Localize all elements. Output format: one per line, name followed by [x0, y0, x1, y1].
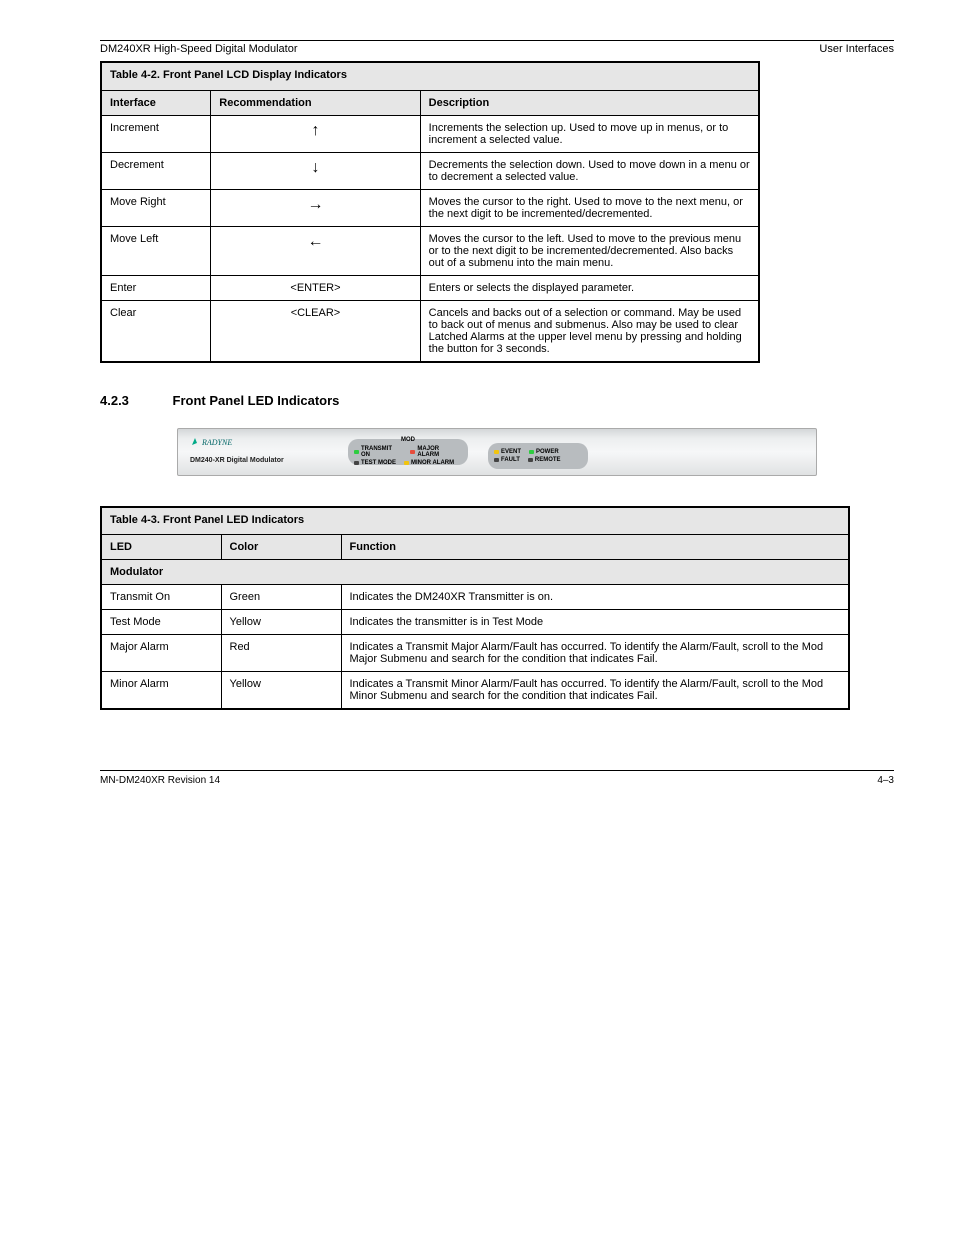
table1-col2: Description: [420, 90, 759, 115]
section-title: Front Panel LED Indicators: [173, 393, 340, 408]
table-row: Clear <CLEAR> Cancels and backs out of a…: [101, 300, 759, 362]
led-transmit-on: TRANSMIT ON: [354, 446, 402, 458]
table-row: Move Left ← Moves the cursor to the left…: [101, 226, 759, 275]
footer-right: 4–3: [877, 775, 894, 786]
cell-color: Red: [221, 635, 341, 672]
table-row: Increment ↑ Increments the selection up.…: [101, 115, 759, 152]
led-event: EVENT: [494, 449, 521, 455]
cell-desc: Moves the cursor to the left. Used to mo…: [420, 226, 759, 275]
section-number: 4.2.3: [100, 393, 129, 408]
led-group-mod: MOD TRANSMIT ON MAJOR ALARM TEST MODE MI…: [348, 439, 468, 465]
led-fault: FAULT: [494, 457, 520, 463]
cell-symbol: ←: [211, 226, 420, 275]
table-row: Decrement ↓ Decrements the selection dow…: [101, 152, 759, 189]
cell-interface: Clear: [101, 300, 211, 362]
footer-left: MN-DM240XR Revision 14: [100, 775, 220, 786]
led-major-alarm: MAJOR ALARM: [410, 446, 462, 458]
cell-symbol: <CLEAR>: [211, 300, 420, 362]
cell-desc: Decrements the selection down. Used to m…: [420, 152, 759, 189]
cell-func: Indicates the DM240XR Transmitter is on.: [341, 585, 849, 610]
table1-title: Table 4-2. Front Panel LCD Display Indic…: [101, 62, 759, 90]
logo: RADYNE: [190, 437, 232, 447]
led-power: POWER: [529, 449, 559, 455]
led-test-mode: TEST MODE: [354, 460, 396, 466]
table-row: Transmit On Green Indicates the DM240XR …: [101, 585, 849, 610]
cell-func: Indicates a Transmit Major Alarm/Fault h…: [341, 635, 849, 672]
table-row: Minor Alarm Yellow Indicates a Transmit …: [101, 672, 849, 710]
section-heading: 4.2.3 Front Panel LED Indicators: [100, 393, 894, 408]
cell-func: Indicates a Transmit Minor Alarm/Fault h…: [341, 672, 849, 710]
group-title: MOD: [354, 437, 462, 443]
cell-led: Transmit On: [101, 585, 221, 610]
table1-col1: Recommendation: [211, 90, 420, 115]
cell-symbol: →: [211, 189, 420, 226]
cell-desc: Enters or selects the displayed paramete…: [420, 275, 759, 300]
cell-desc: Moves the cursor to the right. Used to m…: [420, 189, 759, 226]
cell-desc: Increments the selection up. Used to mov…: [420, 115, 759, 152]
table-row: Move Right → Moves the cursor to the rig…: [101, 189, 759, 226]
table-row: Test Mode Yellow Indicates the transmitt…: [101, 610, 849, 635]
cell-interface: Increment: [101, 115, 211, 152]
cell-led: Major Alarm: [101, 635, 221, 672]
table2-col2: Function: [341, 535, 849, 560]
cell-interface: Enter: [101, 275, 211, 300]
cell-symbol: ↓: [211, 152, 420, 189]
cell-symbol: ↑: [211, 115, 420, 152]
cell-led: Minor Alarm: [101, 672, 221, 710]
led-remote: REMOTE: [528, 457, 561, 463]
table2-col0: LED: [101, 535, 221, 560]
table2-section: Modulator: [101, 560, 849, 585]
table-row: Enter <ENTER> Enters or selects the disp…: [101, 275, 759, 300]
led-group-status: EVENT POWER FAULT REMOTE: [488, 443, 588, 469]
cell-func: Indicates the transmitter is in Test Mod…: [341, 610, 849, 635]
cell-color: Green: [221, 585, 341, 610]
table1-col0: Interface: [101, 90, 211, 115]
table-led-indicators: Table 4-3. Front Panel LED Indicators LE…: [100, 506, 850, 711]
led-minor-alarm: MINOR ALARM: [404, 460, 454, 466]
cell-interface: Move Right: [101, 189, 211, 226]
table-lcd-indicators: Table 4-2. Front Panel LCD Display Indic…: [100, 61, 760, 363]
cell-desc: Cancels and backs out of a selection or …: [420, 300, 759, 362]
table2-col1: Color: [221, 535, 341, 560]
device-panel-image: RADYNE DM240-XR Digital Modulator MOD TR…: [177, 428, 817, 476]
cell-interface: Move Left: [101, 226, 211, 275]
table-row: Major Alarm Red Indicates a Transmit Maj…: [101, 635, 849, 672]
model-label: DM240-XR Digital Modulator: [190, 457, 284, 464]
logo-icon: [190, 437, 200, 447]
cell-interface: Decrement: [101, 152, 211, 189]
header-left: DM240XR High-Speed Digital Modulator: [100, 43, 297, 55]
cell-led: Test Mode: [101, 610, 221, 635]
cell-symbol: <ENTER>: [211, 275, 420, 300]
cell-color: Yellow: [221, 672, 341, 710]
header-right: User Interfaces: [819, 43, 894, 55]
cell-color: Yellow: [221, 610, 341, 635]
table2-title: Table 4-3. Front Panel LED Indicators: [101, 507, 849, 535]
